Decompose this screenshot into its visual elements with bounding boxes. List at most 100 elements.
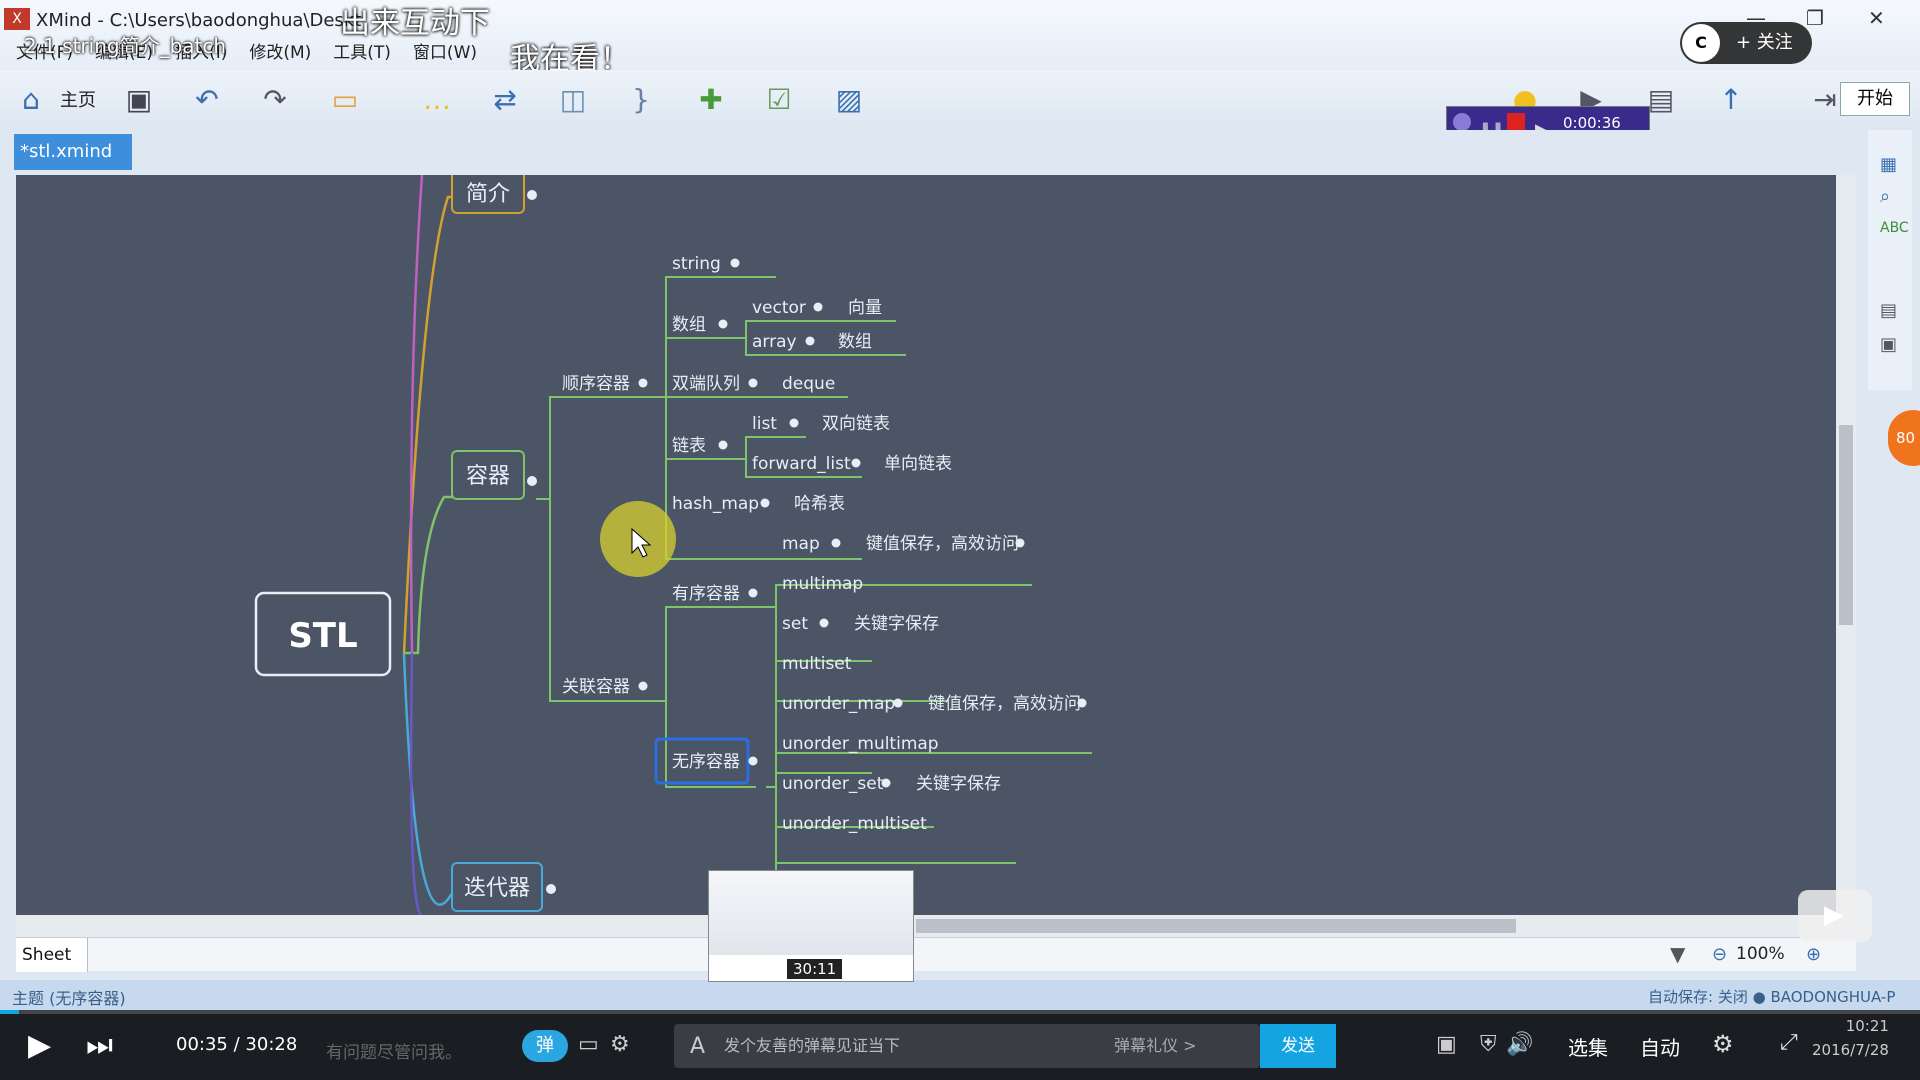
node-unorder-map-note[interactable]: 键值保存，高效访问 — [928, 694, 1081, 714]
node-deque-group[interactable]: 双端队列 — [672, 374, 740, 394]
node-forward-list[interactable]: forward_list — [752, 454, 851, 474]
collapse-icon[interactable] — [881, 778, 891, 788]
mindmap-canvas[interactable]: STL 简介 容器 迭代器 顺序容器 string 数组 vector 向量 a… — [16, 175, 1836, 915]
zoom-in-icon[interactable]: ⊕ — [1806, 944, 1821, 965]
scroll-thumb[interactable] — [916, 919, 1516, 933]
collapse-icon[interactable] — [1015, 538, 1025, 548]
pause-icon[interactable]: ❚❚ — [1479, 113, 1504, 138]
collapse-icon[interactable] — [638, 681, 648, 691]
node-array[interactable]: array — [752, 332, 797, 352]
save-icon[interactable]: ▣ — [120, 80, 158, 118]
zoom-search-icon[interactable]: ⌕ — [1880, 186, 1890, 207]
node-map[interactable]: map — [782, 534, 820, 554]
collapse-icon[interactable] — [805, 336, 815, 346]
callout-icon[interactable]: … — [418, 80, 456, 118]
node-hash-map[interactable]: hash_map — [672, 494, 759, 514]
play-button-icon[interactable]: ▶ — [28, 1028, 51, 1063]
collapse-icon[interactable] — [546, 884, 556, 894]
collapse-icon[interactable] — [748, 378, 758, 388]
collapse-icon[interactable] — [893, 698, 903, 708]
node-unorder-multiset[interactable]: unorder_multiset — [782, 814, 927, 834]
node-vector-note[interactable]: 向量 — [848, 298, 882, 318]
node-array-note[interactable]: 数组 — [838, 332, 872, 352]
node-list[interactable]: list — [752, 414, 777, 434]
node-unorder-set-note[interactable]: 关键字保存 — [916, 774, 1001, 794]
node-string[interactable]: string — [672, 254, 721, 274]
follow-button[interactable]: C + 关注 — [1680, 22, 1812, 64]
node-list-group[interactable]: 链表 — [672, 436, 706, 456]
sheet-tab[interactable]: Sheet 1 — [16, 938, 88, 999]
collapse-icon[interactable] — [748, 756, 758, 766]
summary-icon[interactable]: } — [622, 80, 660, 118]
collapse-icon[interactable] — [730, 258, 740, 268]
redo-icon[interactable]: ↷ — [256, 80, 294, 118]
node-array-group[interactable]: 数组 — [672, 315, 706, 335]
node-set-note[interactable]: 关键字保存 — [854, 614, 939, 634]
properties-icon[interactable]: ▤ — [1880, 300, 1897, 321]
collapse-icon[interactable] — [831, 538, 841, 548]
collapse-icon[interactable] — [638, 378, 648, 388]
horizontal-scrollbar[interactable] — [16, 915, 1836, 937]
node-multimap[interactable]: multimap — [782, 574, 863, 594]
marker-icon[interactable]: ✚ — [692, 80, 730, 118]
home-icon[interactable]: ⌂ — [12, 80, 50, 118]
node-unorder-set[interactable]: unorder_set — [782, 774, 884, 794]
collapse-icon[interactable] — [527, 190, 537, 200]
shield-icon[interactable]: ⛨ — [1480, 1032, 1497, 1057]
image-icon[interactable]: ▨ — [830, 80, 868, 118]
scroll-thumb[interactable] — [1839, 425, 1853, 625]
settings-gear-icon[interactable]: ⚙ — [1712, 1030, 1734, 1058]
node-map-note[interactable]: 键值保存，高效访问 — [866, 534, 1019, 554]
start-button[interactable]: 开始 — [1840, 82, 1910, 116]
node-multiset[interactable]: multiset — [782, 654, 852, 674]
node-associative-containers[interactable]: 关联容器 — [562, 677, 630, 697]
menu-modify[interactable]: 修改(M) — [249, 38, 311, 63]
collapse-icon[interactable] — [1077, 698, 1087, 708]
node-sequence-containers[interactable]: 顺序容器 — [562, 374, 630, 394]
node-unorder-multimap[interactable]: unorder_multimap — [782, 734, 939, 754]
danmu-toggle[interactable]: 弹 — [522, 1030, 568, 1062]
play-icon[interactable]: ▶ — [1535, 113, 1553, 138]
vertical-scrollbar[interactable] — [1836, 175, 1856, 915]
stop-icon[interactable] — [1507, 113, 1525, 131]
restore-icon[interactable]: ❐ — [1806, 6, 1824, 30]
node-hash-map-note[interactable]: 哈希表 — [794, 494, 845, 514]
collapse-icon[interactable] — [760, 498, 770, 508]
boundary-icon[interactable]: ◫ — [554, 80, 592, 118]
node-set[interactable]: set — [782, 614, 808, 634]
collapse-icon[interactable] — [789, 418, 799, 428]
collapse-icon[interactable] — [718, 440, 728, 450]
task-icon[interactable]: ☑ — [760, 80, 798, 118]
export-icon[interactable]: ⇥ — [1806, 80, 1844, 118]
danmu-etiquette-link[interactable]: 弹幕礼仪 > — [1114, 1024, 1197, 1068]
share-icon[interactable]: ↑ — [1712, 80, 1750, 118]
collapse-icon[interactable] — [819, 618, 829, 628]
fullscreen-icon[interactable]: ⤢ — [1780, 1030, 1798, 1055]
collapse-icon[interactable] — [527, 476, 537, 486]
zoom-out-icon[interactable]: ⊖ — [1712, 944, 1727, 965]
episodes-button[interactable]: 选集 — [1568, 1032, 1608, 1061]
quality-button[interactable]: 自动 — [1640, 1032, 1680, 1061]
progress-bar[interactable] — [0, 1010, 1920, 1014]
danmu-style-icon[interactable]: A — [690, 1034, 705, 1059]
undo-icon[interactable]: ↶ — [188, 80, 226, 118]
danmu-display-icon[interactable]: ▭ — [578, 1032, 599, 1057]
home-label[interactable]: 主页 — [60, 86, 96, 112]
node-unordered-containers[interactable]: 无序容器 — [672, 752, 740, 772]
floating-badge[interactable]: 80 — [1888, 410, 1920, 466]
outline-icon[interactable]: ▦ — [1880, 154, 1897, 175]
next-episode-icon[interactable]: ⏭ — [86, 1028, 113, 1063]
close-icon[interactable]: ✕ — [1868, 6, 1885, 30]
volume-icon[interactable]: 🔊 — [1506, 1032, 1533, 1057]
tab-stl-xmind[interactable]: *stl.xmind ✕ — [14, 134, 132, 198]
collapse-icon[interactable] — [813, 302, 823, 312]
danmu-input[interactable]: 发个友善的弹幕见证当下 弹幕礼仪 > — [674, 1024, 1260, 1068]
mini-player-icon[interactable]: ▣ — [1436, 1032, 1457, 1057]
collapse-icon[interactable] — [851, 458, 861, 468]
collapse-icon[interactable] — [718, 319, 728, 329]
relationship-icon[interactable]: ⇄ — [486, 80, 524, 118]
filter-icon[interactable]: ▼ — [1670, 942, 1685, 966]
send-button[interactable]: 发送 — [1260, 1024, 1336, 1068]
node-deque[interactable]: deque — [782, 374, 835, 394]
spellcheck-icon[interactable]: ABC — [1880, 220, 1909, 236]
